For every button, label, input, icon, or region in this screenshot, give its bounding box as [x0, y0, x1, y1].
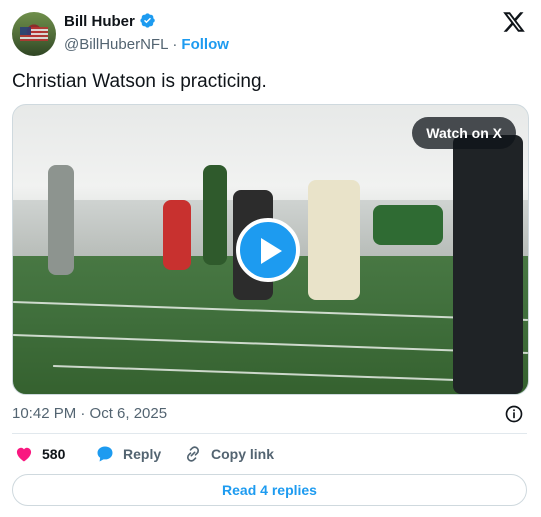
player-figure: [48, 165, 74, 275]
field-line: [13, 334, 528, 354]
author-handle-row: @BillHuberNFL · Follow: [64, 35, 229, 55]
equipment-cart: [373, 205, 443, 245]
video-player[interactable]: Watch on X: [12, 104, 529, 395]
like-button[interactable]: 580: [14, 444, 65, 464]
read-replies-button[interactable]: Read 4 replies: [12, 474, 527, 506]
author-handle[interactable]: @BillHuberNFL: [64, 36, 168, 53]
red-pad: [163, 200, 191, 270]
tweet-text: Christian Watson is practicing.: [12, 71, 267, 92]
follow-button[interactable]: Follow: [181, 36, 229, 53]
play-icon: [261, 238, 282, 264]
divider: [12, 433, 527, 434]
avatar-flag-image: [20, 27, 48, 41]
copy-link-label: Copy link: [211, 446, 275, 462]
author-name[interactable]: Bill Huber: [64, 13, 135, 30]
verified-badge-icon: [140, 13, 155, 28]
timestamp[interactable]: 10:42 PM · Oct 6, 2025: [12, 404, 167, 424]
foreground-figure: [453, 135, 523, 394]
avatar[interactable]: [12, 12, 56, 56]
player-watson-figure: [308, 180, 360, 300]
reply-button[interactable]: Reply: [95, 444, 161, 464]
player-figure: [203, 165, 227, 265]
link-icon: [186, 446, 200, 462]
reply-label: Reply: [123, 446, 162, 462]
like-count: 580: [42, 446, 66, 462]
copy-link-button[interactable]: Copy link: [183, 444, 274, 464]
info-icon[interactable]: [504, 404, 524, 424]
reply-bubble-icon: [97, 446, 113, 462]
separator: ·: [172, 36, 178, 53]
heart-icon: [16, 447, 32, 462]
x-logo-icon[interactable]: [502, 10, 526, 34]
field-line: [13, 301, 528, 321]
tweet-card: Bill Huber @BillHuberNFL · Follow Christia…: [0, 0, 541, 517]
play-button[interactable]: [236, 218, 300, 282]
field-line: [53, 364, 513, 384]
author-name-row: Bill Huber: [64, 12, 156, 32]
watch-on-x-button[interactable]: Watch on X: [412, 117, 516, 149]
